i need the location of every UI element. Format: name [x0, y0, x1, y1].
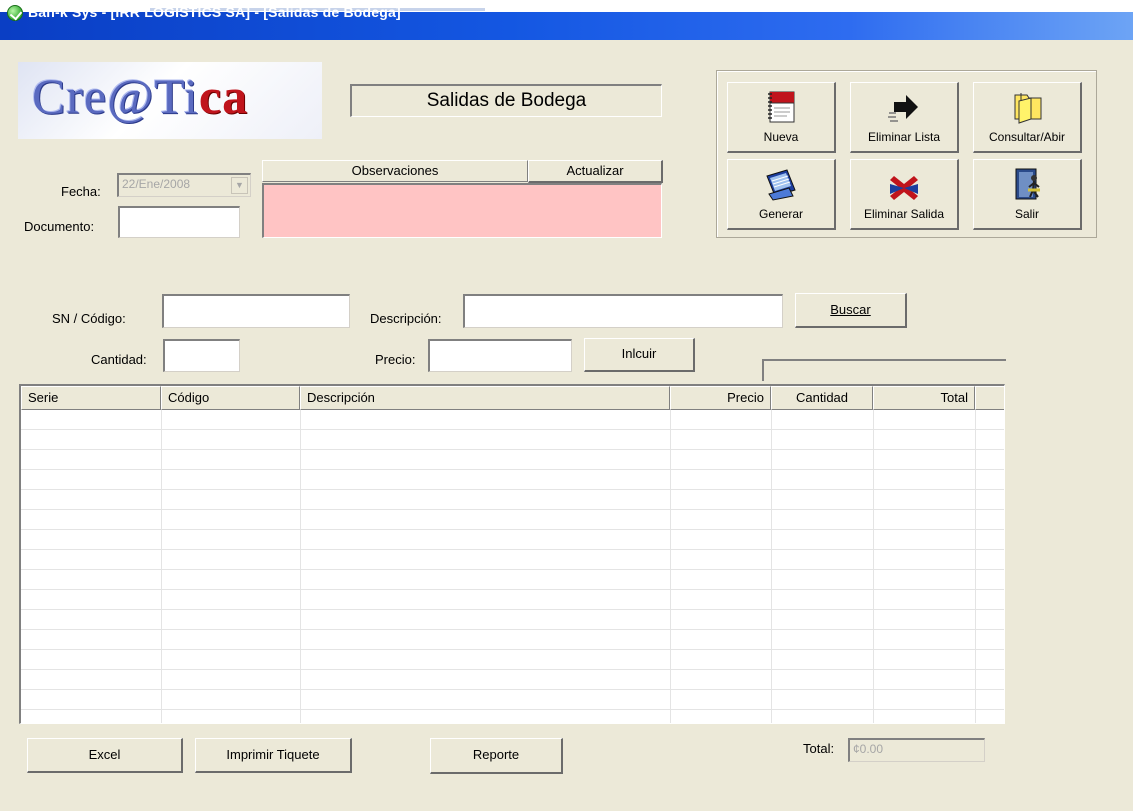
- delete-x-icon: [890, 176, 918, 200]
- table-row[interactable]: [21, 570, 1004, 590]
- chevron-down-icon[interactable]: ▼: [231, 177, 248, 194]
- logo-text-main: Cre@Ti: [32, 68, 199, 124]
- incluir-button[interactable]: Inlcuir: [584, 338, 695, 372]
- table-row[interactable]: [21, 430, 1004, 450]
- imprimir-tiquete-button[interactable]: Imprimir Tiquete: [195, 738, 352, 773]
- total-label: Total:: [803, 741, 835, 756]
- buscar-button[interactable]: Buscar: [795, 293, 907, 328]
- grid-column-divider: [771, 410, 772, 723]
- descripcion-label: Descripción:: [370, 311, 442, 326]
- observaciones-header: Observaciones: [262, 160, 528, 182]
- table-row[interactable]: [21, 590, 1004, 610]
- table-row[interactable]: [21, 470, 1004, 490]
- table-row[interactable]: [21, 670, 1004, 690]
- table-row[interactable]: [21, 410, 1004, 430]
- eliminar-salida-button[interactable]: Eliminar Salida: [850, 159, 959, 230]
- salir-button[interactable]: Salir: [973, 159, 1082, 230]
- column-header-serie[interactable]: Serie: [21, 386, 161, 410]
- column-header-codigo[interactable]: Código: [161, 386, 300, 410]
- documento-label: Documento:: [24, 219, 95, 234]
- table-row[interactable]: [21, 650, 1004, 670]
- column-header-cantidad[interactable]: Cantidad: [771, 386, 873, 410]
- consultar-abrir-button[interactable]: Consultar/Abir: [973, 82, 1082, 153]
- precio-input[interactable]: [428, 339, 572, 372]
- grid-column-divider: [300, 410, 301, 723]
- creatica-logo: Cre@Tica: [18, 62, 322, 139]
- table-row[interactable]: [21, 550, 1004, 570]
- table-row[interactable]: [21, 710, 1004, 723]
- reporte-button[interactable]: Reporte: [430, 738, 563, 774]
- app-check-icon: [7, 5, 23, 21]
- nueva-button[interactable]: Nueva: [727, 82, 836, 153]
- fecha-label: Fecha:: [61, 184, 101, 199]
- column-header-total[interactable]: Total: [873, 386, 975, 410]
- calendar-book-icon: [766, 169, 796, 201]
- column-header-precio[interactable]: Precio: [670, 386, 771, 410]
- logo-text-accent: ca: [198, 68, 249, 124]
- exit-door-icon: [1015, 168, 1040, 200]
- table-row[interactable]: [21, 610, 1004, 630]
- grid-column-divider: [975, 410, 976, 723]
- notebook-icon: [768, 91, 795, 123]
- column-header-descripcion[interactable]: Descripción: [300, 386, 670, 410]
- descripcion-input[interactable]: [463, 294, 783, 328]
- table-row[interactable]: [21, 490, 1004, 510]
- generar-label: Generar: [758, 207, 804, 221]
- actualizar-button[interactable]: Actualizar: [528, 160, 663, 183]
- window-title: Ban-k Sys - [IRR LOGISTICS SA] - [Salida…: [28, 4, 401, 20]
- documento-input[interactable]: [118, 206, 240, 238]
- form-title: Salidas de Bodega: [350, 84, 662, 117]
- table-row[interactable]: [21, 530, 1004, 550]
- generar-button[interactable]: Generar: [727, 159, 836, 230]
- consultar-abrir-label: Consultar/Abir: [988, 130, 1066, 144]
- sn-codigo-label: SN / Código:: [52, 311, 126, 326]
- table-row[interactable]: [21, 690, 1004, 710]
- eliminar-lista-button[interactable]: Eliminar Lista: [850, 82, 959, 153]
- grid-body: [21, 410, 1004, 723]
- table-row[interactable]: [21, 630, 1004, 650]
- grid-summary-panel: [762, 359, 1006, 381]
- nueva-label: Nueva: [763, 130, 799, 144]
- arrow-right-icon: [888, 95, 918, 122]
- salir-label: Salir: [1014, 207, 1039, 221]
- table-row[interactable]: [21, 450, 1004, 470]
- precio-label: Precio:: [375, 352, 416, 367]
- items-grid[interactable]: Serie Código Descripción Precio Cantidad…: [19, 384, 1005, 724]
- eliminar-lista-label: Eliminar Lista: [867, 130, 941, 144]
- fecha-date-picker[interactable]: 22/Ene/2008 ▼: [117, 173, 251, 197]
- grid-column-divider: [161, 410, 162, 723]
- fecha-value: 22/Ene/2008: [122, 177, 191, 191]
- cantidad-input[interactable]: [163, 339, 240, 372]
- table-row[interactable]: [21, 510, 1004, 530]
- sn-codigo-input[interactable]: [162, 294, 350, 328]
- grid-header: Serie Código Descripción Precio Cantidad…: [21, 386, 1004, 410]
- window-titlebar[interactable]: Ban-k Sys - [IRR LOGISTICS SA] - [Salida…: [0, 0, 1133, 40]
- grid-column-divider: [670, 410, 671, 723]
- excel-button[interactable]: Excel: [27, 738, 183, 773]
- column-header-filler: [975, 386, 1004, 410]
- open-folder-icon: [1014, 93, 1042, 124]
- total-field: ¢0.00: [848, 738, 985, 762]
- observaciones-textarea[interactable]: [262, 183, 662, 238]
- grid-column-divider: [873, 410, 874, 723]
- cantidad-label: Cantidad:: [91, 352, 147, 367]
- eliminar-salida-label: Eliminar Salida: [863, 207, 945, 221]
